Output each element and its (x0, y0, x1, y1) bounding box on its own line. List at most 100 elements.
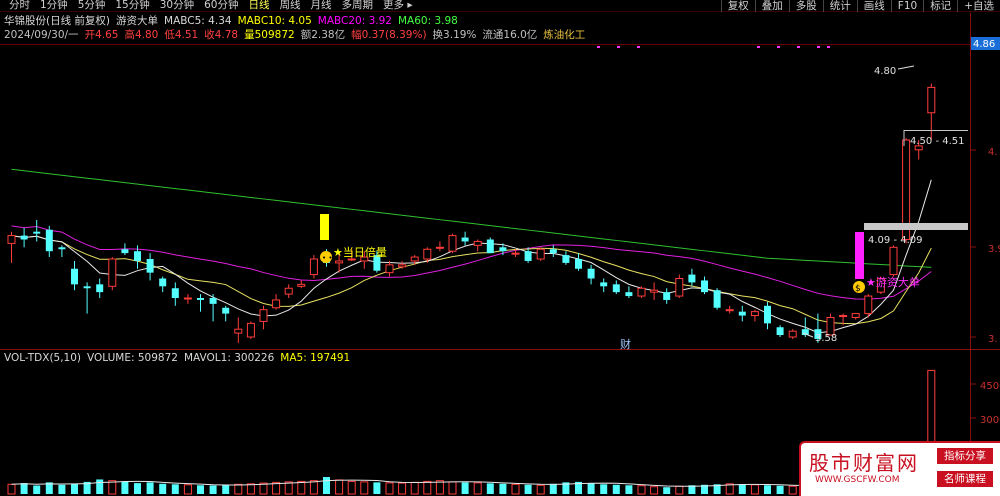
candle-body[interactable] (524, 251, 532, 261)
volume-bar[interactable] (347, 480, 356, 495)
volume-bar[interactable] (373, 482, 381, 494)
candle-body[interactable] (764, 305, 771, 324)
candle-body[interactable] (562, 255, 570, 263)
candle-body[interactable] (171, 288, 179, 298)
candle-body[interactable] (927, 86, 936, 114)
finance-event-icon[interactable]: 财 (620, 337, 631, 351)
candle-body[interactable] (222, 307, 230, 314)
volume-bar[interactable] (473, 482, 482, 495)
candle-body[interactable] (461, 237, 469, 242)
volume-bar[interactable] (171, 484, 179, 494)
volume-bar[interactable] (159, 483, 167, 494)
volume-bar[interactable] (461, 482, 469, 494)
candle-body[interactable] (146, 259, 154, 273)
volume-bar[interactable] (398, 482, 407, 495)
vol-indicator-name[interactable]: VOL-TDX(5,10) (4, 351, 81, 365)
volume-bar[interactable] (600, 484, 608, 494)
candle-body[interactable] (134, 251, 141, 261)
volume-bar[interactable] (536, 484, 545, 495)
volume-bar[interactable] (549, 483, 557, 494)
candle-body[interactable] (234, 328, 243, 334)
candle-body[interactable] (788, 330, 797, 338)
volume-bar[interactable] (234, 483, 243, 495)
candle-body[interactable] (864, 295, 873, 315)
volume-bar[interactable] (612, 484, 620, 494)
candle-body[interactable] (650, 289, 659, 293)
volume-bar[interactable] (20, 483, 28, 494)
volume-bar[interactable] (750, 484, 759, 495)
candle-body[interactable] (750, 311, 759, 317)
volume-bar[interactable] (323, 477, 330, 494)
candle-body[interactable] (246, 322, 255, 338)
volume-bar[interactable] (764, 485, 771, 494)
candle-body[interactable] (335, 260, 344, 264)
volume-bar[interactable] (33, 485, 41, 494)
candle-body[interactable] (575, 259, 582, 269)
candle-body[interactable] (473, 240, 482, 246)
candle-body[interactable] (398, 264, 407, 268)
candle-body[interactable] (33, 231, 41, 234)
volume-bar[interactable] (309, 480, 318, 495)
candle-body[interactable] (701, 280, 708, 293)
candle-body[interactable] (385, 264, 394, 274)
volume-bar[interactable] (650, 486, 659, 495)
candle-body[interactable] (58, 247, 66, 250)
signal-hot-money[interactable]: ★游资大单 (866, 275, 920, 289)
candle-body[interactable] (108, 258, 117, 287)
candle-body[interactable] (851, 313, 860, 319)
candle-body[interactable] (688, 274, 696, 283)
volume-bar[interactable] (246, 483, 255, 495)
candle-body[interactable] (423, 248, 432, 260)
candle-body[interactable] (713, 290, 721, 308)
kline-chart[interactable]: 4. 3.9 3. 4500 3000 4.86 4.50 - 4.51 4.0… (0, 0, 1000, 496)
candle-body[interactable] (637, 287, 646, 297)
volume-bar[interactable] (625, 485, 633, 494)
volume-bar[interactable] (146, 482, 154, 494)
candle-body[interactable] (259, 309, 268, 322)
volume-bar[interactable] (499, 483, 507, 494)
candle-body[interactable] (272, 299, 281, 309)
candle-body[interactable] (625, 292, 633, 297)
candle-body[interactable] (159, 278, 167, 287)
volume-bar[interactable] (486, 483, 494, 494)
candle-body[interactable] (675, 278, 684, 297)
volume-bar[interactable] (7, 483, 16, 495)
volume-bar[interactable] (587, 483, 595, 494)
volume-bar[interactable] (448, 481, 457, 495)
signal-double-volume[interactable]: ★当日倍量 (333, 245, 387, 259)
candle-body[interactable] (499, 247, 507, 252)
volume-bar[interactable] (423, 480, 432, 495)
candle-body[interactable] (309, 258, 318, 276)
candle-body[interactable] (209, 298, 217, 304)
volume-bar[interactable] (58, 484, 66, 494)
volume-bar[interactable] (663, 487, 671, 494)
candle-body[interactable] (7, 235, 16, 244)
candle-body[interactable] (435, 246, 444, 249)
candle-body[interactable] (96, 284, 104, 293)
candle-body[interactable] (410, 256, 419, 262)
candle-body[interactable] (663, 292, 671, 300)
candle-body[interactable] (725, 309, 734, 312)
candle-body[interactable] (83, 286, 91, 289)
candle-body[interactable] (71, 268, 78, 285)
candle-body[interactable] (197, 298, 204, 300)
volume-bar[interactable] (637, 485, 646, 495)
candle-body[interactable] (486, 239, 494, 254)
volume-bar[interactable] (222, 484, 230, 494)
volume-bar[interactable] (209, 485, 217, 494)
candle-body[interactable] (600, 282, 608, 287)
candle-body[interactable] (738, 311, 746, 316)
volume-bar[interactable] (435, 480, 444, 495)
volume-bar[interactable] (297, 480, 306, 495)
volume-bar[interactable] (360, 481, 369, 495)
volume-bar[interactable] (511, 483, 520, 495)
volume-bar[interactable] (134, 483, 141, 494)
volume-bar[interactable] (183, 484, 192, 495)
candle-body[interactable] (612, 284, 620, 293)
candle-body[interactable] (536, 248, 545, 260)
candle-body[interactable] (121, 249, 129, 254)
candle-body[interactable] (297, 283, 306, 287)
candle-body[interactable] (776, 327, 784, 336)
volume-bar[interactable] (776, 485, 784, 494)
volume-bar[interactable] (385, 482, 394, 495)
